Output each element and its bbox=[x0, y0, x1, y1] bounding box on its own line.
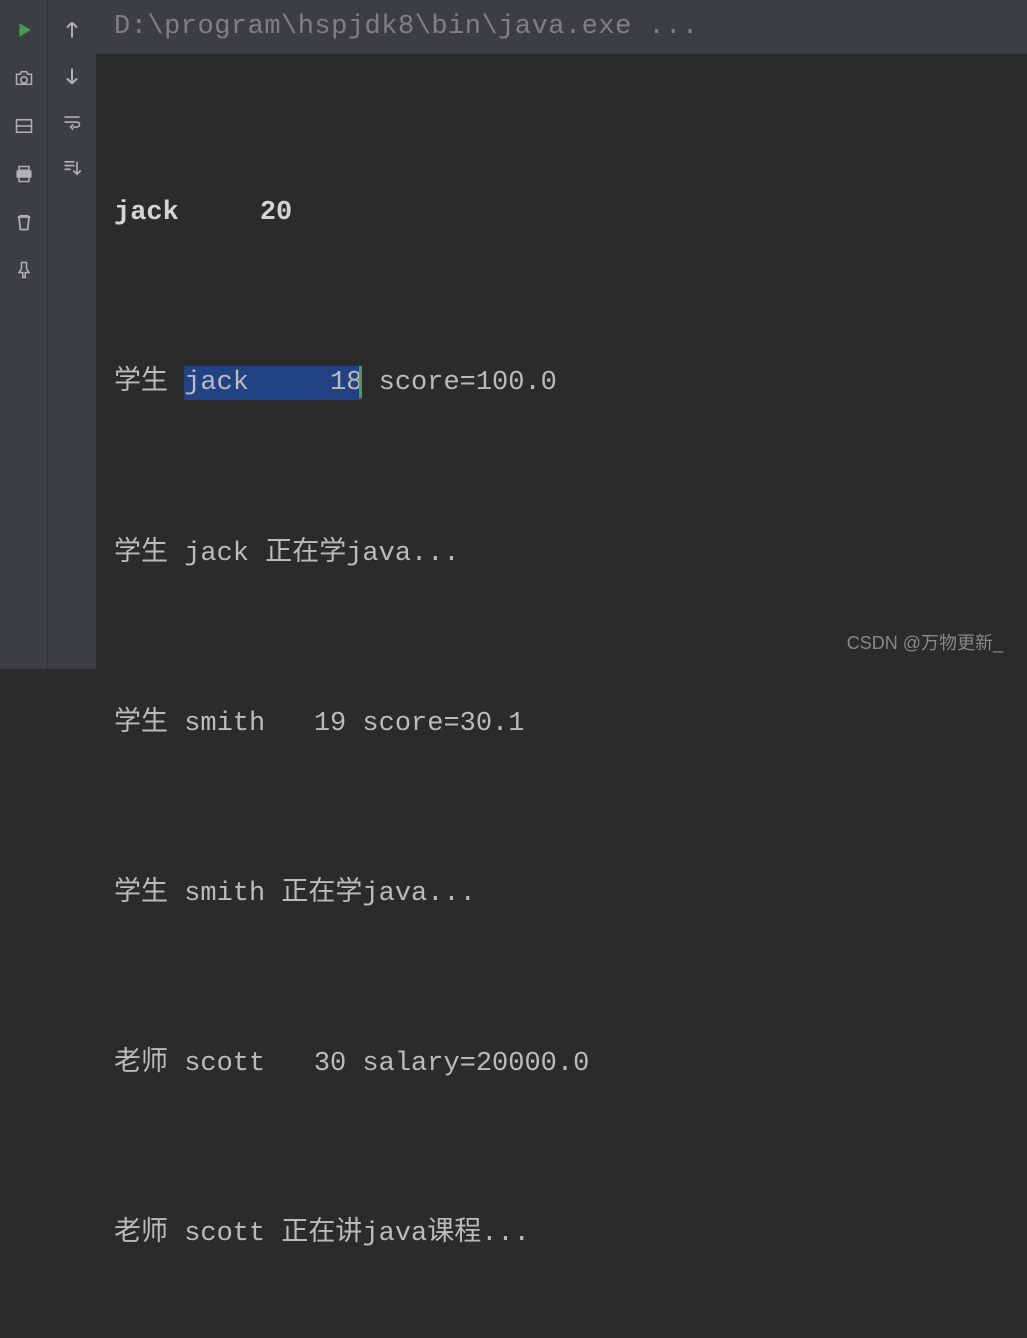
run-icon[interactable] bbox=[12, 18, 36, 42]
output-line: 老师 scott 30 salary=20000.0 bbox=[114, 1036, 1009, 1093]
wrap-icon[interactable] bbox=[60, 110, 84, 134]
secondary-toolbar bbox=[48, 0, 96, 669]
output-line: jack 20 bbox=[114, 185, 1009, 242]
console-output[interactable]: jack 20 学生 jack 18 score=100.0 学生 jack 正… bbox=[96, 54, 1027, 1338]
pin-icon[interactable] bbox=[12, 258, 36, 282]
watermark: CSDN @万物更新_ bbox=[847, 629, 1003, 655]
output-line: 学生 jack 18 score=100.0 bbox=[114, 355, 1009, 412]
camera-icon[interactable] bbox=[12, 66, 36, 90]
primary-toolbar bbox=[0, 0, 48, 669]
text-cursor bbox=[359, 366, 362, 398]
print-icon[interactable] bbox=[12, 162, 36, 186]
output-line: 学生 smith 19 score=30.1 bbox=[114, 696, 1009, 753]
console-command-header: D:\program\hspjdk8\bin\java.exe ... bbox=[96, 0, 1027, 54]
ide-container: D:\program\hspjdk8\bin\java.exe ... jack… bbox=[0, 0, 1027, 669]
output-line: 学生 jack 正在学java... bbox=[114, 526, 1009, 583]
output-line: 老师 scott 正在讲java课程... bbox=[114, 1206, 1009, 1263]
arrow-down-icon[interactable] bbox=[60, 64, 84, 88]
output-line: 学生 smith 正在学java... bbox=[114, 866, 1009, 923]
layout-icon[interactable] bbox=[12, 114, 36, 138]
console-panel: D:\program\hspjdk8\bin\java.exe ... jack… bbox=[96, 0, 1027, 669]
trash-icon[interactable] bbox=[12, 210, 36, 234]
arrow-up-icon[interactable] bbox=[60, 18, 84, 42]
text-selection: jack 18 bbox=[184, 366, 362, 400]
scroll-to-end-icon[interactable] bbox=[60, 156, 84, 180]
